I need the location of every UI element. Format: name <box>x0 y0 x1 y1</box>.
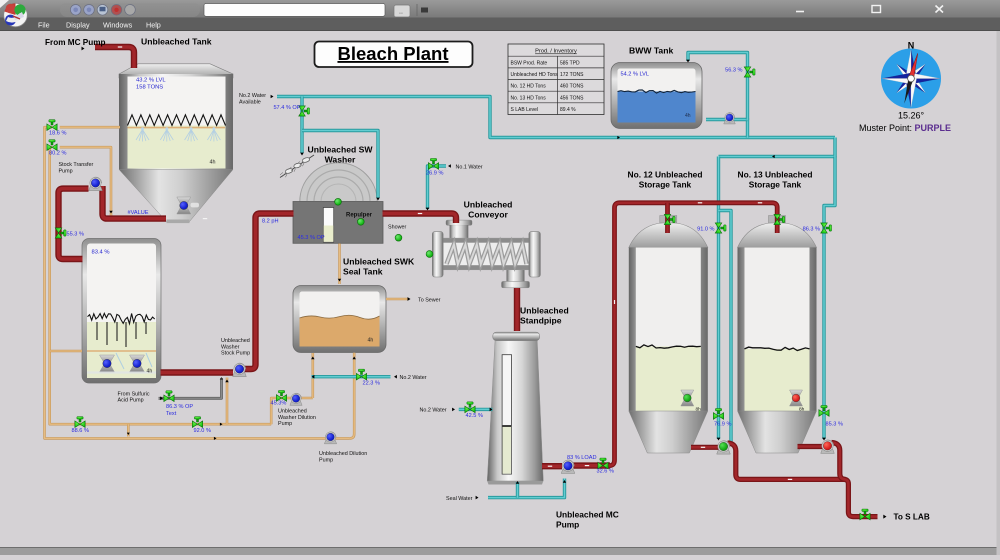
svg-text:To Sewer: To Sewer <box>418 297 441 303</box>
svg-text:No.2 Water: No.2 Water <box>400 375 427 381</box>
svg-text:BSW Prod. Rate: BSW Prod. Rate <box>511 60 548 66</box>
svg-text:Pump: Pump <box>556 519 579 529</box>
svg-text:83 % LOAD: 83 % LOAD <box>567 455 597 461</box>
svg-text:4h: 4h <box>210 160 216 166</box>
svg-text:158 TONS: 158 TONS <box>136 85 163 91</box>
svg-text:86.3 % OP: 86.3 % OP <box>166 404 193 410</box>
svg-text:Windows: Windows <box>103 20 133 29</box>
svg-text:Standpipe: Standpipe <box>520 315 562 325</box>
svg-text:43.2 % LVL: 43.2 % LVL <box>136 78 166 84</box>
svg-text:Stock Transfer: Stock Transfer <box>59 162 94 168</box>
svg-text:Bleach Plant: Bleach Plant <box>337 43 448 64</box>
svg-text:Conveyor: Conveyor <box>468 209 508 219</box>
svg-text:From MC Pump: From MC Pump <box>45 38 106 47</box>
svg-text:No.1 Water: No.1 Water <box>456 165 483 171</box>
svg-text:Seal Tank: Seal Tank <box>343 266 383 276</box>
svg-text:Washer Dilution: Washer Dilution <box>278 415 316 421</box>
svg-text:Pump: Pump <box>319 457 333 463</box>
svg-text:To S LAB: To S LAB <box>894 513 930 522</box>
svg-text:Available: Available <box>239 99 261 105</box>
svg-text:45.3%: 45.3% <box>271 400 287 406</box>
svg-text:#VALUE: #VALUE <box>128 210 149 216</box>
svg-text:4h: 4h <box>685 113 691 119</box>
svg-text:456 TONS: 456 TONS <box>560 95 584 101</box>
svg-text:57.4 % OP: 57.4 % OP <box>273 105 300 111</box>
svg-text:Unbleached HD Tons: Unbleached HD Tons <box>511 72 559 78</box>
svg-text:18.6 %: 18.6 % <box>49 131 66 137</box>
svg-text:8h: 8h <box>696 407 702 413</box>
svg-text:Unbleached: Unbleached <box>278 409 307 415</box>
svg-text:Repulper: Repulper <box>346 213 373 219</box>
svg-text:N: N <box>908 41 915 51</box>
svg-text:Unbleached: Unbleached <box>221 338 250 344</box>
svg-text:No.2 Water: No.2 Water <box>420 407 447 413</box>
svg-text:S LAB Level: S LAB Level <box>511 107 539 113</box>
svg-text:BWW Tank: BWW Tank <box>629 46 673 56</box>
svg-text:42.5 %: 42.5 % <box>466 413 483 419</box>
svg-text:56.3 %: 56.3 % <box>725 68 742 74</box>
svg-text:32.6 %: 32.6 % <box>597 468 614 474</box>
svg-text:Text: Text <box>166 411 177 417</box>
svg-text:Shower: Shower <box>388 224 406 230</box>
svg-text:Muster Point: PURPLE: Muster Point: PURPLE <box>859 123 951 133</box>
svg-text:22.3 %: 22.3 % <box>363 380 380 386</box>
svg-text:Washer: Washer <box>325 154 356 164</box>
svg-text:54.2 % LVL: 54.2 % LVL <box>621 72 650 78</box>
svg-text:91.0 %: 91.0 % <box>697 226 714 232</box>
svg-text:No. 13 HD Tons: No. 13 HD Tons <box>511 95 547 101</box>
svg-text:No.2 Water: No.2 Water <box>239 93 266 99</box>
svg-text:26.9 %: 26.9 % <box>426 170 443 176</box>
svg-text:Storage Tank: Storage Tank <box>639 179 692 189</box>
svg-text:No. 13 Unbleached: No. 13 Unbleached <box>738 170 813 180</box>
svg-text:172 TONS: 172 TONS <box>560 72 584 78</box>
svg-text:Unbleached: Unbleached <box>464 200 513 210</box>
svg-text:Acid Pump: Acid Pump <box>118 398 144 404</box>
svg-text:From Sulfuric: From Sulfuric <box>118 391 150 397</box>
svg-text:45.3 % OP: 45.3 % OP <box>298 235 325 241</box>
svg-text:86.3 %: 86.3 % <box>803 226 820 232</box>
svg-text:File: File <box>38 20 50 29</box>
svg-text:55.3 %: 55.3 % <box>67 231 84 237</box>
svg-text:Storage Tank: Storage Tank <box>749 179 802 189</box>
svg-text:80.2 %: 80.2 % <box>49 151 66 157</box>
svg-text:Prod. / Inventory: Prod. / Inventory <box>535 49 577 55</box>
svg-text:No. 12 Unbleached: No. 12 Unbleached <box>628 170 703 180</box>
svg-text:92.0 %: 92.0 % <box>194 428 211 434</box>
svg-text:88.6 %: 88.6 % <box>72 428 89 434</box>
svg-text:460 TONS: 460 TONS <box>560 84 584 90</box>
svg-text:Unbleached MC: Unbleached MC <box>556 510 619 520</box>
svg-text:585 TPD: 585 TPD <box>560 60 580 66</box>
svg-text:15.26°: 15.26° <box>898 111 925 121</box>
svg-text:Pump: Pump <box>278 421 292 427</box>
svg-text:8h: 8h <box>799 407 805 413</box>
svg-text:Seal Water: Seal Water <box>446 496 473 502</box>
svg-text:Unbleached SWK: Unbleached SWK <box>343 257 415 267</box>
svg-text:..: .. <box>399 9 403 16</box>
svg-text:76.9 %: 76.9 % <box>714 422 731 428</box>
svg-text:89.4 %: 89.4 % <box>560 107 576 113</box>
svg-text:Unbleached Tank: Unbleached Tank <box>141 37 212 47</box>
svg-text:Help: Help <box>146 20 161 29</box>
svg-text:Display: Display <box>66 20 90 29</box>
svg-text:Washer: Washer <box>221 344 240 350</box>
svg-text:4h: 4h <box>147 369 153 375</box>
svg-text:Pump: Pump <box>59 168 73 174</box>
svg-text:Stock Pump: Stock Pump <box>221 351 250 357</box>
svg-text:Unbleached Dilution: Unbleached Dilution <box>319 451 367 457</box>
svg-text:4h: 4h <box>368 338 374 344</box>
svg-text:No. 12 HD Tons: No. 12 HD Tons <box>511 84 547 90</box>
svg-text:Unbleached: Unbleached <box>520 306 569 316</box>
svg-text:83.4 %: 83.4 % <box>92 250 110 256</box>
svg-text:85.3 %: 85.3 % <box>826 422 843 428</box>
svg-text:Unbleached SW: Unbleached SW <box>308 145 374 155</box>
svg-text:8.2 pH: 8.2 pH <box>262 218 278 224</box>
